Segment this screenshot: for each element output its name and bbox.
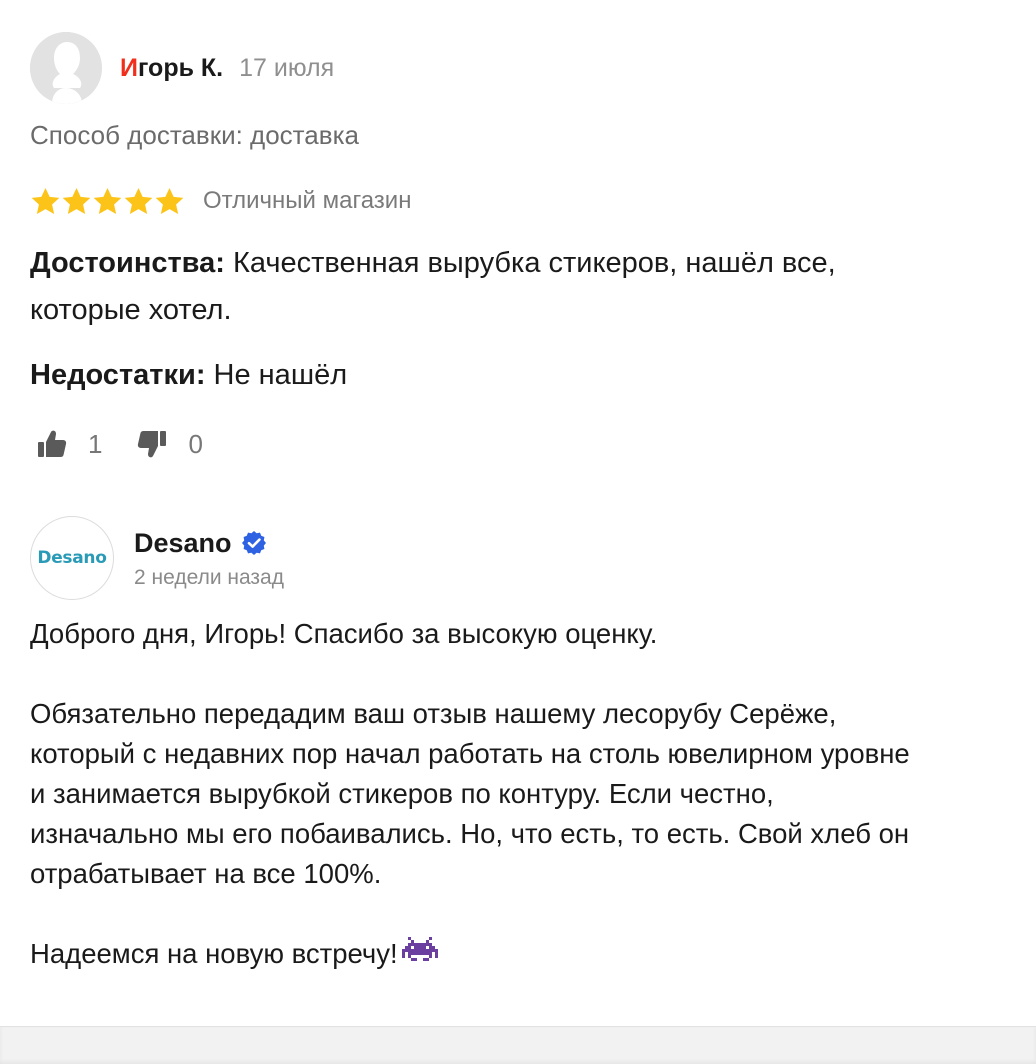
thumbs-up-icon [38, 430, 67, 457]
shop-name[interactable]: Desano [134, 528, 232, 559]
reply-date: 2 недели назад [134, 566, 284, 589]
dislike-button[interactable]: 0 [136, 428, 203, 460]
cons-label: Недостатки: [30, 359, 206, 391]
review-cons: Недостатки: Не нашёл [30, 352, 990, 399]
bottom-separator [0, 1026, 1036, 1064]
like-button[interactable]: 1 [36, 428, 102, 460]
shop-logo-text: Desano [37, 548, 107, 568]
review-author-row: Игорь К. 17 июля [30, 32, 334, 104]
rating-row: Отличный магазин [30, 183, 411, 219]
shop-reply-text: Доброго дня, Игорь! Спасибо за высокую о… [30, 614, 1010, 974]
pros-text-continued: которые хотел. [30, 294, 232, 326]
pros-text: Качественная вырубка стикеров, нашёл все… [224, 247, 836, 279]
author-name-first-letter: И [120, 53, 138, 82]
space-invader-icon [401, 937, 438, 961]
verified-badge-icon [241, 531, 266, 555]
user-avatar[interactable] [30, 32, 102, 104]
thumbs-down-icon [138, 431, 167, 458]
reply-paragraph-line: который с недавних пор начал работать на… [30, 738, 910, 769]
reply-paragraph-line: Обязательно передадим ваш отзыв нашему л… [30, 698, 837, 729]
review-votes: 1 0 [36, 422, 203, 466]
star-icon [62, 187, 91, 214]
star-icon [93, 187, 122, 214]
shop-meta: Desano 2 недели назад [134, 526, 284, 590]
shop-name-line: Desano [134, 526, 284, 560]
pros-label: Достоинства: [30, 247, 225, 279]
rating-stars [30, 186, 185, 217]
shop-reply-header: Desano Desano 2 недели назад [30, 516, 284, 600]
reply-closing-text: Надеемся на новую встречу! [30, 938, 398, 969]
reply-paragraph: Доброго дня, Игорь! Спасибо за высокую о… [30, 618, 658, 649]
user-silhouette-icon [30, 32, 102, 104]
reply-closing: Надеемся на новую встречу! [30, 934, 1010, 974]
shop-logo[interactable]: Desano [30, 516, 114, 600]
reply-paragraph-line: и занимается вырубкой стикеров по контур… [30, 778, 774, 809]
like-count: 1 [88, 428, 103, 459]
review-pros: Достоинства: Качественная вырубка стикер… [30, 240, 990, 334]
cons-text: Не нашёл [205, 359, 348, 391]
star-icon [124, 187, 153, 214]
rating-text: Отличный магазин [203, 187, 412, 214]
review-date: 17 июля [239, 53, 335, 82]
star-icon [155, 187, 184, 214]
delivery-method: Способ доставки: доставка [30, 120, 359, 150]
reply-paragraph-line: отрабатывает на все 100%. [30, 858, 382, 889]
star-icon [31, 187, 60, 214]
author-name-rest: горь К. [137, 53, 224, 82]
review-author-name[interactable]: Игорь К. [120, 54, 223, 83]
reply-paragraph-line: изначально мы его побаивались. Но, что е… [30, 818, 910, 849]
dislike-count: 0 [188, 428, 203, 459]
